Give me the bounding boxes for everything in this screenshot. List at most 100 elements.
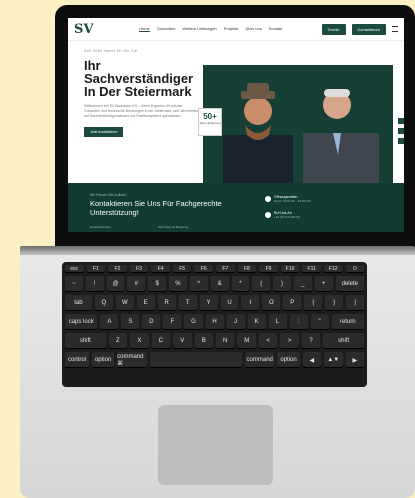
side-icon-2[interactable] xyxy=(398,128,404,134)
key-row5-8[interactable]: ▶ xyxy=(345,352,364,368)
key-row3-7[interactable]: J xyxy=(226,314,245,330)
key-row1-11[interactable]: _ xyxy=(293,276,312,292)
key-row4-0[interactable]: shift xyxy=(65,333,106,349)
key-row3-5[interactable]: G xyxy=(184,314,203,330)
key-row3-1[interactable]: A xyxy=(100,314,119,330)
key-row2-3[interactable]: E xyxy=(136,295,155,311)
main-menu: Home Gutachten Weitere Leistungen Projek… xyxy=(106,26,316,32)
key-fn_row-8[interactable]: F8 xyxy=(237,265,257,273)
side-icon-3[interactable] xyxy=(398,138,404,144)
key-row4-4[interactable]: V xyxy=(173,333,192,349)
key-row5-0[interactable]: control xyxy=(65,352,89,368)
key-row1-9[interactable]: ( xyxy=(252,276,271,292)
trackpad[interactable] xyxy=(158,405,273,485)
key-row1-1[interactable]: ! xyxy=(85,276,104,292)
key-row1-13[interactable]: delete xyxy=(335,276,365,292)
key-row2-5[interactable]: T xyxy=(178,295,197,311)
menu-item-ueber-uns[interactable]: Über uns xyxy=(245,26,261,32)
hero-cta-button[interactable]: Jetzt kontaktieren xyxy=(84,127,124,137)
key-row3-12[interactable]: return xyxy=(331,314,365,330)
experience-badge: 50+ Jahre Erfahrung xyxy=(198,108,222,136)
key-row3-6[interactable]: H xyxy=(205,314,224,330)
key-row5-2[interactable]: command ⌘ xyxy=(117,352,147,368)
key-row4-8[interactable]: < xyxy=(258,333,278,349)
key-row1-0[interactable]: ~ xyxy=(65,276,83,292)
key-row5-6[interactable]: ◀ xyxy=(302,352,322,368)
menu-item-weitere[interactable]: Weitere Leistungen xyxy=(182,26,216,32)
key-row3-2[interactable]: S xyxy=(121,314,140,330)
phone-number[interactable]: +43 (0) 316 000 00 xyxy=(274,215,299,219)
key-row4-6[interactable]: N xyxy=(215,333,235,349)
key-row4-7[interactable]: M xyxy=(237,333,256,349)
key-row5-5[interactable]: option xyxy=(277,352,300,368)
key-row2-9[interactable]: O xyxy=(262,295,281,311)
key-fn_row-2[interactable]: F2 xyxy=(108,265,127,273)
key-row1-4[interactable]: $ xyxy=(148,276,167,292)
key-row3-9[interactable]: L xyxy=(268,314,287,330)
key-row2-4[interactable]: R xyxy=(157,295,176,311)
key-row2-2[interactable]: W xyxy=(115,295,134,311)
key-row1-2[interactable]: @ xyxy=(106,276,125,292)
secondary-button[interactable]: Kontaktieren xyxy=(351,23,386,35)
key-fn_row-6[interactable]: F6 xyxy=(194,265,214,273)
site-logo[interactable]: SV xyxy=(74,22,100,37)
hero-headline: Ihr Sachverständiger In Der Steiermark xyxy=(84,58,194,99)
key-row1-3[interactable]: # xyxy=(127,276,146,292)
key-row3-11[interactable]: " xyxy=(310,314,329,330)
key-row3-4[interactable]: F xyxy=(163,314,182,330)
primary-button[interactable]: Termin xyxy=(321,23,346,35)
key-fn_row-1[interactable]: F1 xyxy=(86,265,106,273)
key-row5-1[interactable]: option xyxy=(92,352,115,368)
key-row2-13[interactable]: | xyxy=(346,295,365,311)
key-fn_row-7[interactable]: F7 xyxy=(216,265,235,273)
key-fn_row-3[interactable]: F3 xyxy=(129,265,149,273)
key-fn_row-13[interactable]: ⏻ xyxy=(345,265,365,273)
key-row2-6[interactable]: Y xyxy=(199,295,218,311)
menu-item-home[interactable]: Home xyxy=(139,26,150,32)
key-row4-5[interactable]: B xyxy=(194,333,213,349)
key-row2-8[interactable]: I xyxy=(241,295,260,311)
key-row2-1[interactable]: Q xyxy=(94,295,113,311)
key-row4-10[interactable]: ? xyxy=(301,333,321,349)
opening-hours: Öffnungszeiten Mo-Fr: 8:00 Uhr - 16:00 Uh… xyxy=(265,195,311,203)
key-fn_row-10[interactable]: F10 xyxy=(280,265,300,273)
band-kicker: Wir Freuen Wir Aufbau! xyxy=(90,193,127,197)
key-fn_row-0[interactable]: esc xyxy=(65,265,84,273)
key-row3-8[interactable]: K xyxy=(247,314,266,330)
key-row5-7[interactable]: ▲▼ xyxy=(324,352,343,368)
key-row2-12[interactable]: } xyxy=(325,295,344,311)
key-row3-10[interactable]: : xyxy=(289,314,308,330)
key-row1-7[interactable]: & xyxy=(210,276,229,292)
key-row4-1[interactable]: Z xyxy=(108,333,128,349)
key-row1-10[interactable]: ) xyxy=(273,276,291,292)
key-row1-12[interactable]: + xyxy=(314,276,333,292)
key-row4-11[interactable]: shift xyxy=(323,333,364,349)
key-row4-9[interactable]: > xyxy=(280,333,299,349)
key-row4-3[interactable]: C xyxy=(151,333,171,349)
key-row2-11[interactable]: { xyxy=(304,295,323,311)
key-row5-3[interactable] xyxy=(149,352,242,368)
key-fn_row-11[interactable]: F11 xyxy=(302,265,321,273)
side-icon-1[interactable] xyxy=(398,118,404,124)
key-fn_row-12[interactable]: F12 xyxy=(323,265,343,273)
key-row2-10[interactable]: P xyxy=(283,295,302,311)
key-row1-6[interactable]: ^ xyxy=(189,276,208,292)
hero-description: Willkommen bei SV Bauhaider KG – Ihrem E… xyxy=(84,104,199,118)
menu-item-gutachten[interactable]: Gutachten xyxy=(157,26,175,32)
hero-text: Seit 1982 immer für Sie Da! Ihr Sachvers… xyxy=(84,49,199,138)
key-row4-2[interactable]: X xyxy=(130,333,149,349)
key-row5-4[interactable]: command xyxy=(244,352,275,368)
site-navbar: SV Home Gutachten Weitere Leistungen Pro… xyxy=(68,18,404,41)
menu-item-kontakt[interactable]: Kontakt xyxy=(269,26,283,32)
key-fn_row-4[interactable]: F4 xyxy=(151,265,170,273)
key-row2-7[interactable]: U xyxy=(220,295,239,311)
key-fn_row-5[interactable]: F5 xyxy=(172,265,192,273)
key-row3-0[interactable]: caps lock xyxy=(65,314,98,330)
menu-icon[interactable] xyxy=(392,26,398,32)
menu-item-projekte[interactable]: Projekte xyxy=(224,26,239,32)
key-fn_row-9[interactable]: F9 xyxy=(259,265,278,273)
key-row1-5[interactable]: % xyxy=(169,276,187,292)
key-row2-0[interactable]: tab xyxy=(65,295,92,311)
key-row3-3[interactable]: D xyxy=(142,314,161,330)
key-row1-8[interactable]: * xyxy=(231,276,250,292)
